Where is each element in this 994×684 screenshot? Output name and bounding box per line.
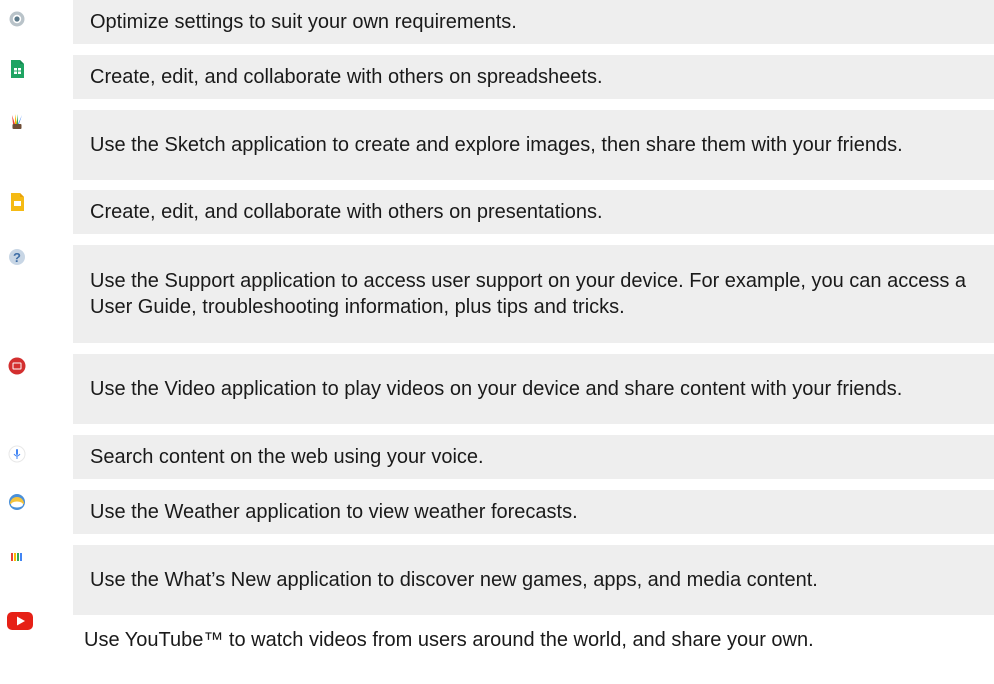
weather-icon <box>6 491 28 513</box>
list-item-text: Use the Weather application to view weat… <box>73 490 994 534</box>
list-item-text: Use the Sketch application to create and… <box>73 110 994 180</box>
support-icon: ? <box>6 246 28 268</box>
list-item-text: Use YouTube™ to watch videos from users … <box>84 629 814 651</box>
slides-icon <box>6 191 28 213</box>
whats-new-icon <box>6 546 28 568</box>
list-item-text: Use the What’s New application to discov… <box>73 545 994 615</box>
list-item-text: Use the Video application to play videos… <box>73 354 994 424</box>
list-item-text: Create, edit, and collaborate with other… <box>73 55 994 99</box>
list-item-text: Optimize settings to suit your own requi… <box>73 0 994 44</box>
sketch-icon <box>6 111 28 133</box>
sheets-icon <box>6 58 28 80</box>
list-item-text: Search content on the web using your voi… <box>73 435 994 479</box>
youtube-icon <box>6 610 34 632</box>
list-item-text: Use the Support application to access us… <box>73 245 994 343</box>
list-item-text: Create, edit, and collaborate with other… <box>73 190 994 234</box>
voice-search-icon <box>6 443 28 465</box>
video-icon <box>6 355 28 377</box>
settings-icon <box>6 8 28 30</box>
svg-text:?: ? <box>13 250 21 265</box>
